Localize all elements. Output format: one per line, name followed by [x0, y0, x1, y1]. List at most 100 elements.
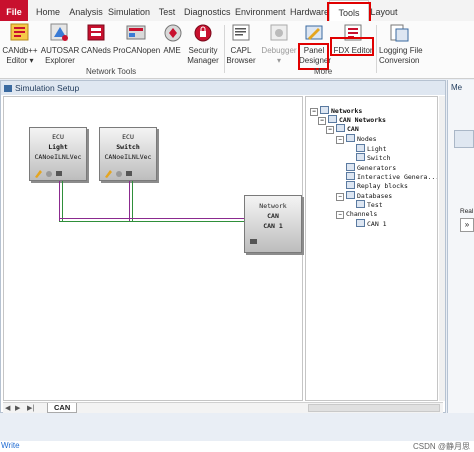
generator-icon	[346, 163, 355, 171]
tab-environment[interactable]: Environment	[235, 0, 286, 21]
expand-button[interactable]: »	[460, 218, 474, 232]
channel-icon	[356, 219, 365, 227]
scroll-right-icon[interactable]: ▶	[15, 404, 20, 412]
capl-label: CAPL Browser	[226, 46, 256, 65]
database-icon	[346, 191, 355, 199]
tab-layout[interactable]: Layout	[368, 0, 400, 21]
window-title-bar[interactable]: Simulation Setup	[1, 81, 445, 95]
tab-simulation[interactable]: Simulation	[108, 0, 150, 21]
folder-icon	[346, 134, 355, 142]
ame-icon	[161, 22, 185, 44]
right-docked-panel: Me Real »	[447, 80, 474, 413]
collapse-icon[interactable]: −	[336, 211, 344, 219]
caneds-label: CANeds	[81, 46, 111, 55]
scroll-end-icon[interactable]: ▶|	[27, 404, 34, 412]
procanopen-button[interactable]: ProCANopen	[113, 22, 161, 56]
node-icons	[34, 169, 74, 178]
tree-item-networks[interactable]: − Networks	[310, 106, 362, 116]
tree-item-switch[interactable]: Switch	[356, 153, 390, 162]
capl-icon	[229, 22, 253, 44]
network-icon	[249, 238, 259, 249]
group-more: More	[314, 67, 333, 76]
ecu-node-switch[interactable]: ECU Switch CANoeILNLVec	[99, 127, 157, 181]
generator-icon	[346, 172, 355, 180]
tree-scrollbar[interactable]	[439, 96, 445, 401]
bus-stem-switch	[129, 181, 130, 221]
node-dll: CANoeILNLVec	[104, 153, 152, 161]
debugger-button[interactable]: Debugger ▾	[260, 22, 298, 66]
autosar-icon	[48, 22, 72, 44]
caneds-button[interactable]: CANeds	[81, 22, 111, 56]
tab-file[interactable]: File	[0, 0, 28, 21]
bus-stem-light-2	[62, 181, 63, 221]
tree-item-nodes[interactable]: − Nodes	[336, 134, 377, 144]
tree-item-can-networks[interactable]: − CAN Networks	[318, 115, 386, 125]
ame-label: AME	[163, 46, 181, 55]
window-icon	[4, 85, 12, 92]
node-dll: CANoeILNLVec	[34, 153, 82, 161]
tree-item-interactive-generators[interactable]: Interactive Genera...	[346, 172, 437, 181]
logging-file-conversion-button[interactable]: Logging File Conversion	[379, 22, 423, 66]
tab-diagnostics[interactable]: Diagnostics	[184, 0, 231, 21]
procanopen-icon	[124, 22, 148, 44]
network-tree: − Networks − CAN Networks − CAN − Nodes Ligh…	[305, 96, 438, 401]
tree-item-light[interactable]: Light	[356, 144, 387, 153]
collapse-icon[interactable]: −	[310, 108, 318, 116]
can-bus-line-2[interactable]	[59, 221, 245, 222]
group-network-tools: Network Tools	[86, 67, 137, 76]
tab-hardware[interactable]: Hardware	[290, 0, 329, 21]
node-icons	[104, 169, 144, 178]
procanopen-label: ProCANopen	[113, 46, 161, 55]
network-canvas[interactable]: ECU Light CANoeILNLVec ECU Switch CANoeI…	[3, 96, 303, 401]
status-bar: Write CSDN @静月思	[0, 441, 474, 451]
tab-can[interactable]: CAN	[47, 403, 78, 413]
network-channel: CAN 1	[263, 222, 283, 230]
tree-item-databases[interactable]: − Databases	[336, 191, 392, 201]
ame-button[interactable]: AME	[161, 22, 183, 56]
collapse-icon[interactable]: −	[326, 126, 334, 134]
tree-item-generators[interactable]: Generators	[346, 163, 396, 172]
tree-item-test-db[interactable]: Test	[356, 200, 383, 209]
ribbon-tab-bar: File Home Analysis Simulation Test Diagn…	[0, 0, 474, 23]
tab-analysis[interactable]: Analysis	[68, 0, 104, 21]
tools-tab-highlight	[327, 2, 371, 23]
collapse-icon[interactable]: −	[318, 117, 326, 125]
tree-item-channels[interactable]: − Channels	[336, 210, 377, 219]
candb-icon	[8, 22, 32, 44]
bus-icon	[336, 124, 345, 132]
ribbon-separator	[376, 25, 377, 73]
security-icon	[191, 22, 215, 44]
node-name: Light	[48, 143, 68, 151]
watermark-text: CSDN @静月思	[412, 442, 470, 451]
tab-home[interactable]: Home	[32, 0, 64, 21]
node-icon	[356, 144, 365, 152]
node-type: ECU	[122, 133, 134, 141]
bus-stem-light	[59, 181, 60, 221]
bottom-strip: ◀ ▶ ▶| CAN	[3, 402, 443, 413]
ecu-node-light[interactable]: ECU Light CANoeILNLVec	[29, 127, 87, 181]
window-title: Simulation Setup	[15, 83, 80, 93]
panel-image-icon	[454, 130, 474, 148]
can-bus-line[interactable]	[59, 218, 245, 219]
horizontal-scrollbar[interactable]	[308, 404, 440, 412]
scroll-left-icon[interactable]: ◀	[5, 404, 10, 412]
network-icon	[328, 115, 337, 123]
bus-stem-switch-2	[132, 181, 133, 221]
security-manager-button[interactable]: Security Manager	[185, 22, 221, 66]
collapse-icon[interactable]: −	[336, 136, 344, 144]
capl-browser-button[interactable]: CAPL Browser	[226, 22, 256, 66]
tree-item-replay-blocks[interactable]: Replay blocks	[346, 181, 408, 190]
status-left: Write	[1, 441, 20, 450]
autosar-explorer-button[interactable]: AUTOSAR Explorer	[40, 22, 80, 66]
database-icon	[356, 200, 365, 208]
candb-editor-button[interactable]: CANdb++ Editor ▾	[2, 22, 38, 66]
tree-item-can1[interactable]: CAN 1	[356, 219, 387, 228]
tree-item-can[interactable]: − CAN	[326, 124, 359, 134]
ribbon-separator	[224, 25, 225, 73]
debugger-icon	[267, 22, 291, 44]
tab-test[interactable]: Test	[154, 0, 180, 21]
network-node-can[interactable]: Network CAN CAN 1	[244, 195, 302, 253]
logging-label: Logging File Conversion	[379, 46, 423, 65]
collapse-icon[interactable]: −	[336, 193, 344, 201]
network-type: Network	[259, 202, 287, 210]
